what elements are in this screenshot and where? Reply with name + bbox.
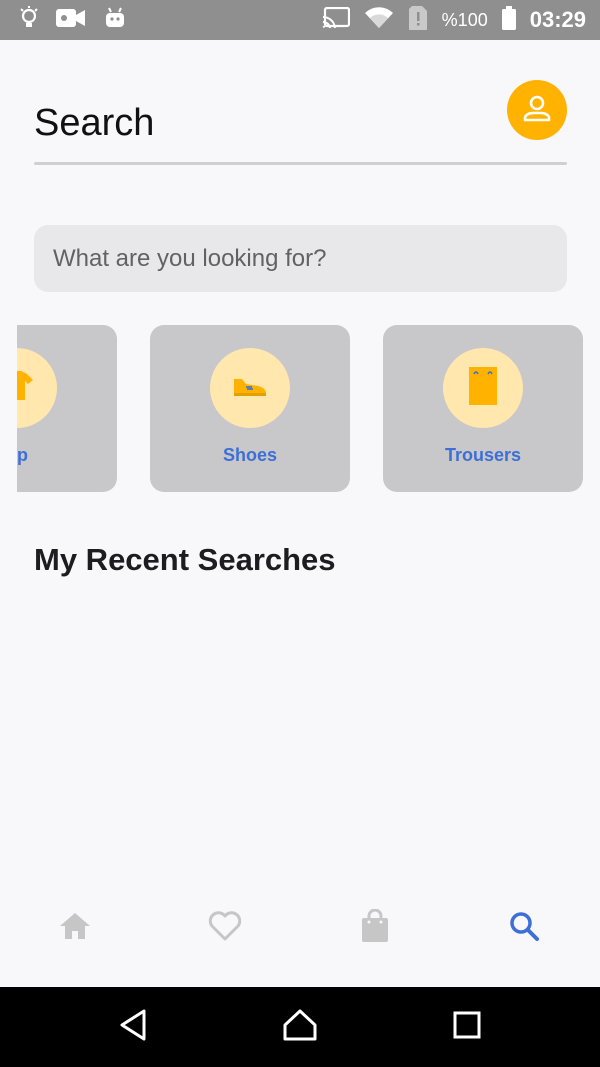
status-bar: %100 03:29 xyxy=(0,0,600,40)
search-icon xyxy=(508,910,540,947)
nav-favorites[interactable] xyxy=(195,908,255,948)
nav-cart[interactable] xyxy=(345,908,405,948)
search-field[interactable] xyxy=(34,225,567,292)
clock: 03:29 xyxy=(529,7,586,32)
category-label: Shoes xyxy=(222,445,278,465)
profile-button[interactable] xyxy=(507,80,567,140)
heart-icon xyxy=(207,910,243,947)
wifi-icon xyxy=(364,6,394,35)
sim-alert-icon xyxy=(408,5,428,36)
shoe-icon xyxy=(232,375,268,402)
status-bar-left xyxy=(0,5,126,35)
lightbulb-icon xyxy=(20,5,38,35)
category-icon-circle xyxy=(17,348,57,428)
system-navigation-bar xyxy=(0,987,600,1067)
category-label: op xyxy=(17,445,28,465)
search-input[interactable] xyxy=(51,243,567,274)
bottom-navigation xyxy=(0,890,600,970)
category-card-shoes[interactable]: Shoes xyxy=(150,325,350,492)
battery-percent: %100 xyxy=(441,9,488,30)
back-button[interactable] xyxy=(113,1007,153,1047)
header: Search xyxy=(34,80,567,166)
header-divider xyxy=(34,162,567,165)
page-title: Search xyxy=(34,102,155,144)
category-label: Trousers xyxy=(444,445,522,465)
home-outline-icon xyxy=(282,1008,318,1047)
back-icon xyxy=(118,1008,148,1047)
category-icon-circle xyxy=(443,348,523,428)
shopping-bag-icon xyxy=(360,908,390,948)
category-carousel[interactable]: op Shoes Trousers xyxy=(17,325,600,492)
recent-searches-title: My Recent Searches xyxy=(34,542,336,577)
home-system-button[interactable] xyxy=(280,1007,320,1047)
shirt-icon xyxy=(17,370,35,407)
nav-search[interactable] xyxy=(494,908,554,948)
cast-icon xyxy=(322,6,350,34)
status-bar-right: %100 03:29 xyxy=(322,5,600,36)
android-icon xyxy=(104,7,126,34)
category-icon-circle xyxy=(210,348,290,428)
nav-home[interactable] xyxy=(45,908,105,948)
category-card-top[interactable]: op xyxy=(17,325,117,492)
recents-button[interactable] xyxy=(447,1007,487,1047)
square-icon xyxy=(452,1010,482,1045)
home-icon xyxy=(58,911,92,946)
category-card-trousers[interactable]: Trousers xyxy=(383,325,583,492)
trousers-icon xyxy=(467,366,499,411)
video-camera-icon xyxy=(56,7,86,34)
person-icon xyxy=(522,93,552,128)
battery-icon xyxy=(501,5,516,35)
